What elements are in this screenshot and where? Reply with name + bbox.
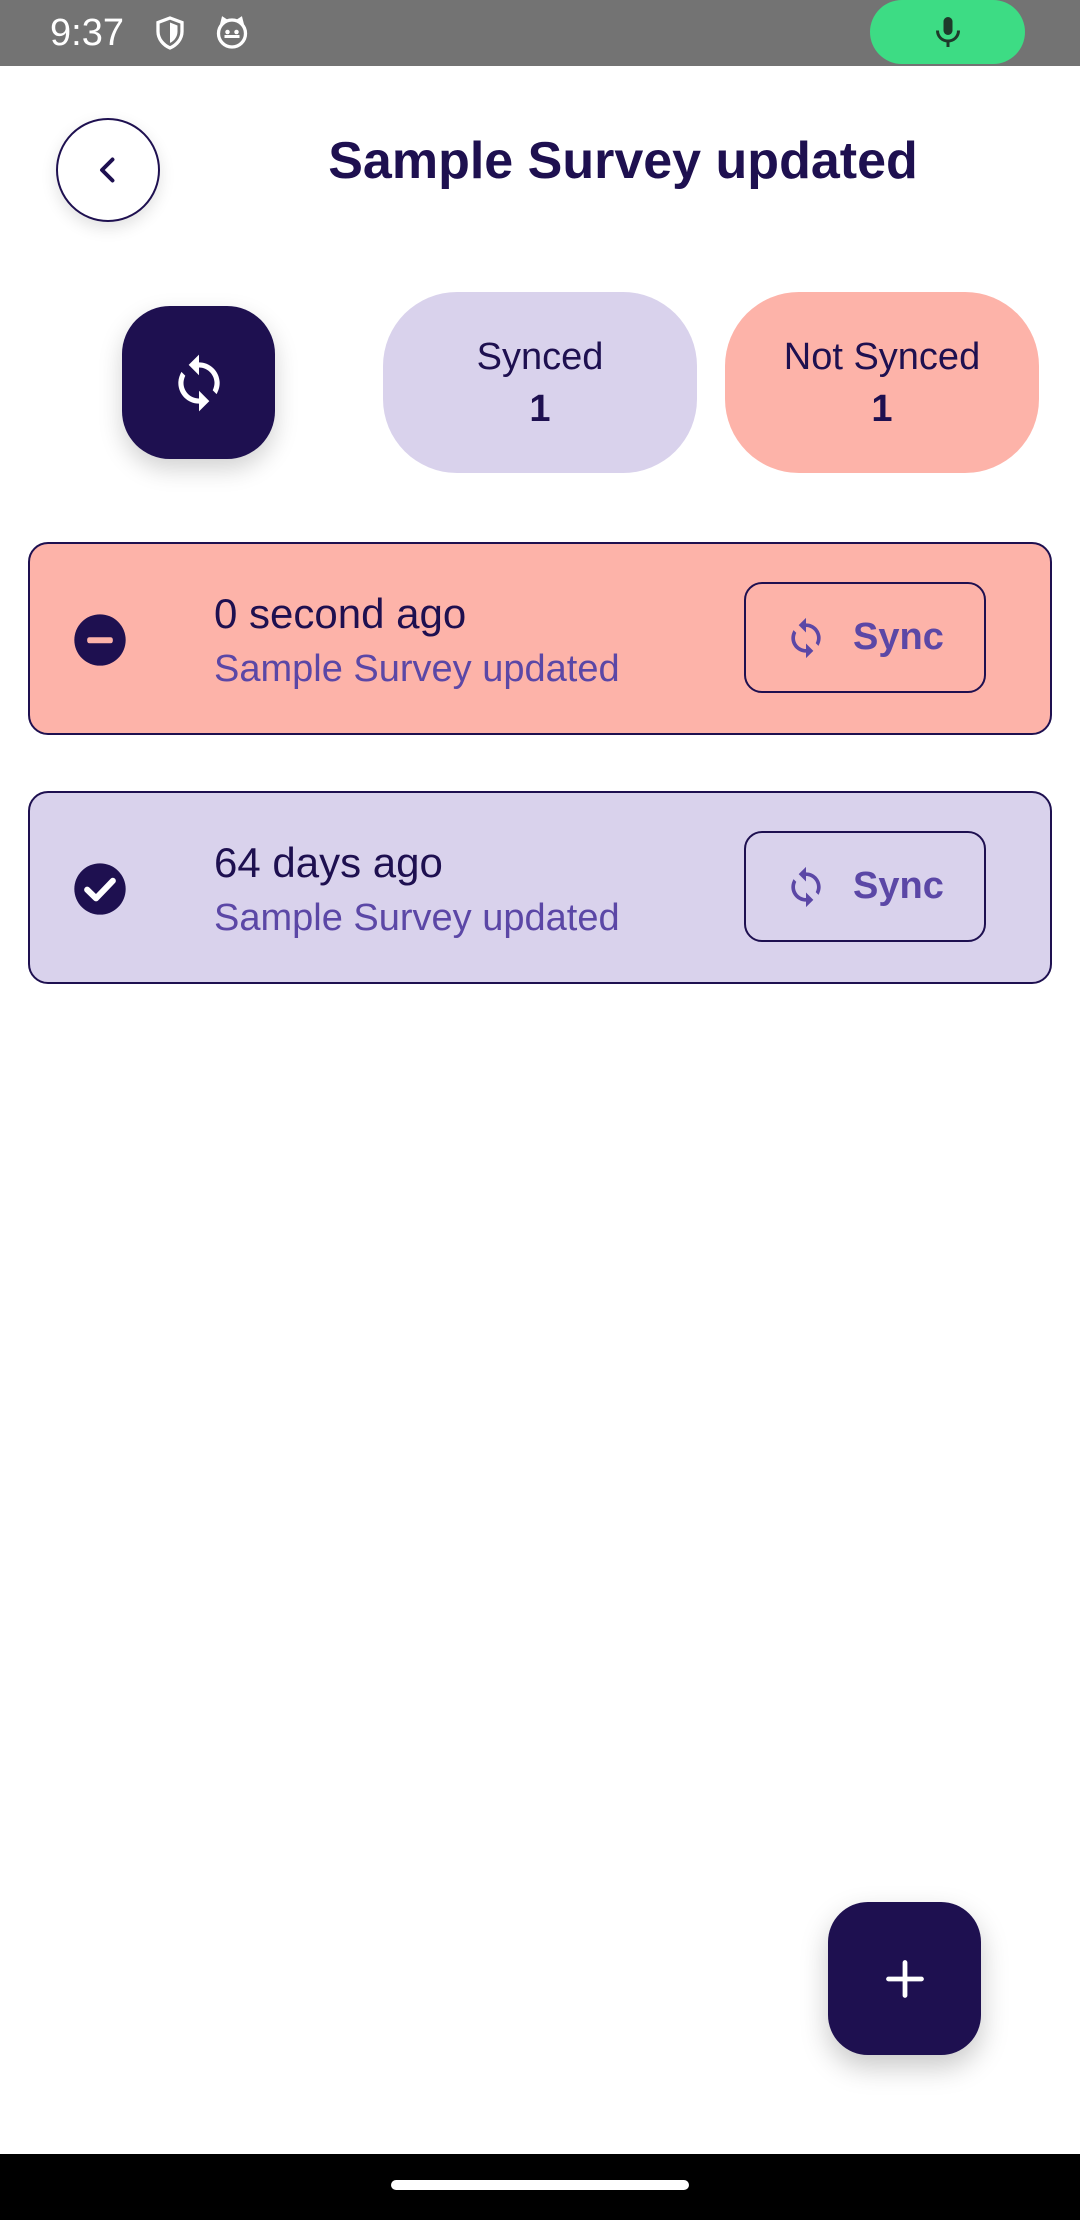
sync-icon [791, 617, 821, 659]
sync-button[interactable]: Sync [744, 582, 986, 693]
check-circle-icon [72, 861, 128, 917]
shield-icon [152, 14, 188, 57]
microphone-indicator [870, 0, 1025, 64]
minus-circle-icon [72, 612, 128, 668]
record-card[interactable]: 64 days ago Sample Survey updated Sync [28, 791, 1052, 984]
microphone-icon [936, 17, 960, 47]
synced-counter[interactable]: Synced 1 [383, 292, 697, 473]
sync-button[interactable]: Sync [744, 831, 986, 942]
synced-label: Synced [476, 336, 604, 378]
status-time: 9:37 [50, 12, 124, 54]
add-button[interactable] [828, 1902, 981, 2055]
synced-count: 1 [529, 388, 551, 430]
not-synced-counter[interactable]: Not Synced 1 [725, 292, 1039, 473]
record-card[interactable]: 0 second ago Sample Survey updated Sync [28, 542, 1052, 735]
record-survey-name: Sample Survey updated [214, 648, 620, 690]
plus-icon [886, 1960, 924, 1998]
chevron-left-icon [100, 157, 115, 183]
record-time: 0 second ago [214, 590, 467, 637]
back-button[interactable] [56, 118, 160, 222]
cat-face-icon [214, 14, 250, 55]
navigation-bar [0, 2154, 1080, 2220]
sync-icon [178, 354, 220, 412]
home-indicator[interactable] [391, 2180, 689, 2190]
not-synced-label: Not Synced [783, 336, 981, 378]
record-time: 64 days ago [214, 839, 443, 886]
status-bar: 9:37 [0, 0, 1080, 66]
sync-icon [791, 866, 821, 908]
sync-all-button[interactable] [122, 306, 275, 459]
sync-button-label: Sync [853, 865, 944, 907]
page-title: Sample Survey updated [328, 132, 918, 190]
not-synced-count: 1 [871, 388, 893, 430]
record-survey-name: Sample Survey updated [214, 897, 620, 939]
sync-button-label: Sync [853, 616, 944, 658]
